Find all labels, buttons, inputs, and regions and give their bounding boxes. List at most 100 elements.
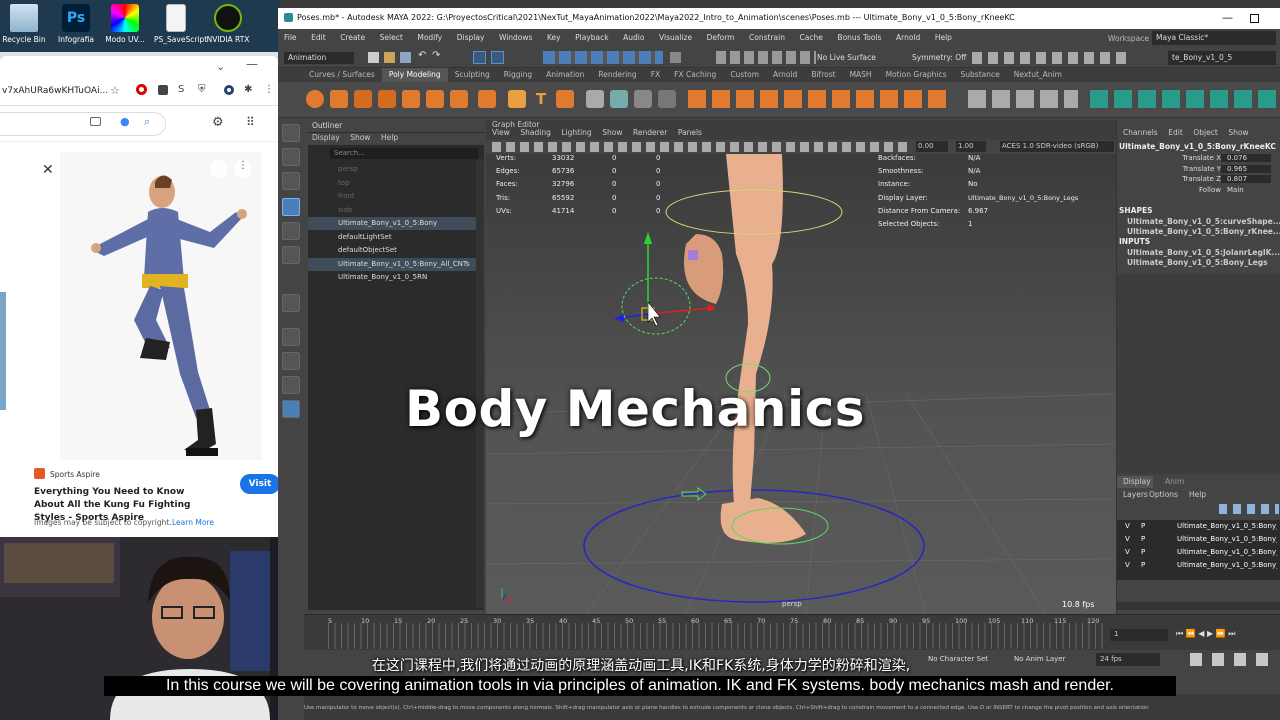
outliner-item-bony-rn[interactable]: Ultimate_Bony_v1_0_5RN [308,271,476,284]
shelf-tab-mash[interactable]: MASH [843,68,879,82]
panel-menu-lighting[interactable]: Lighting [557,128,595,137]
svg-tool-icon[interactable] [556,90,574,108]
move-tool-icon[interactable] [282,198,300,216]
shelf-tab-motion-graphics[interactable]: Motion Graphics [879,68,954,82]
outliner-item-top[interactable]: top [308,177,476,190]
redo-icon[interactable]: ↷ [432,50,440,61]
uv-tool-icons[interactable] [968,90,1078,108]
viewport-toolbar-icons[interactable] [492,142,912,152]
layers-menu[interactable]: Layers [1123,490,1148,499]
skype-extension-icon[interactable]: S [178,84,184,95]
lock-icon[interactable] [670,52,681,63]
menu-cache[interactable]: Cache [794,29,829,42]
pole-vector-control[interactable] [688,250,698,260]
outliner-search-input[interactable]: Search... [330,148,478,159]
outliner-menu-show[interactable]: Show [346,133,374,142]
step-back-icon[interactable]: ⏪ [1186,629,1196,638]
colorspace-dropdown[interactable]: ACES 1.0 SDR-video (sRGB) [1000,141,1114,152]
symmetry-dropdown[interactable]: Symmetry: Off [912,53,966,62]
play-back-icon[interactable]: ◀ [1198,629,1204,638]
poly-torus-icon[interactable] [402,90,420,108]
lens-icon[interactable] [210,160,228,178]
poly-cone-icon[interactable] [378,90,396,108]
camera-search-icon[interactable] [90,117,101,126]
panel-menu-renderer[interactable]: Renderer [629,128,671,137]
shelf-tab-nextut-anim[interactable]: Nextut_Anim [1007,68,1069,82]
outliner-item-front[interactable]: front [308,190,476,203]
outliner-item-bony[interactable]: Ultimate_Bony_v1_0_5:Bony [308,217,476,230]
shelf-tab-fx-caching[interactable]: FX Caching [667,68,723,82]
menu-deform[interactable]: Deform [701,29,741,42]
input-node-1[interactable]: Ultimate_Bony_v1_0_5:JolanrLegIK... [1127,248,1280,257]
anim-layer-field[interactable]: No Anim Layer [1014,655,1065,663]
apps-grid-icon[interactable]: ⠿ [246,115,255,129]
layer-toolbar-icons[interactable] [1219,504,1279,514]
channel-row-translate-x[interactable]: Translate X 0.076 [1117,154,1280,165]
window-minimize-icon[interactable]: — [1222,11,1233,24]
paint-select-icon[interactable] [282,172,300,190]
menu-audio[interactable]: Audio [617,29,650,42]
desktop-icon-modo-uv[interactable]: Modo UV... [103,4,147,44]
layer-row[interactable]: V P Ultimate_Bony_v1_0_5:Bony_A [1117,522,1277,534]
channel-box-object-name[interactable]: Ultimate_Bony_v1_0_5:Bony_rKneeKC [1119,142,1280,151]
image-source[interactable]: Sports Aspire [50,470,100,479]
smooth-icon[interactable] [634,90,652,108]
go-to-end-icon[interactable]: ⏭ [1228,629,1235,638]
menu-bonus-tools[interactable]: Bonus Tools [831,29,887,42]
outliner-menu-help[interactable]: Help [377,133,402,142]
shelf-tab-arnold[interactable]: Arnold [766,68,804,82]
undo-icon[interactable]: ↶ [418,50,426,61]
options-menu[interactable]: Options [1149,490,1178,499]
outliner-item-side[interactable]: side [308,204,476,217]
platonic-solid-icon[interactable] [478,90,496,108]
menu-create[interactable]: Create [334,29,371,42]
facebook-extension-icon[interactable] [158,85,168,95]
four-view-layout-icon[interactable] [282,352,300,370]
layer-tab-anim[interactable]: Anim [1159,476,1190,487]
persp-outliner-layout-icon[interactable] [282,376,300,394]
outliner-menu-display[interactable]: Display [308,133,344,142]
live-surface-field[interactable]: No Live Surface [817,53,876,62]
desktop-icon-infografia[interactable]: Ps Infografia [54,4,98,44]
gamma-field[interactable]: 1.00 [956,141,986,152]
panel-menu-view[interactable]: View [486,128,514,137]
poly-plane-icon[interactable] [426,90,444,108]
shape-node-2[interactable]: Ultimate_Bony_v1_0_5:Bony_rKnee... [1127,227,1280,236]
star-icon[interactable]: ☆ [110,84,120,97]
mesh-tool-icons[interactable] [688,90,950,108]
puzzle-extension-icon[interactable]: ✱ [244,84,252,95]
shield-extension-icon[interactable]: ⛨ [198,84,206,95]
combine-icon[interactable] [586,90,604,108]
layer-row[interactable]: V P Ultimate_Bony_v1_0_5:Bony_L [1117,561,1277,573]
object-name-field[interactable]: te_Bony_v1_0_5 [1168,51,1276,65]
lasso-tool-icon[interactable] [491,51,504,64]
new-scene-icon[interactable] [368,52,379,63]
mic-icon[interactable]: ● [120,115,130,128]
workspace-dropdown[interactable]: Maya Classic* [1152,31,1276,45]
menu-arnold[interactable]: Arnold [890,29,926,42]
shelf-tab-custom[interactable]: Custom [723,68,766,82]
kungfu-photo[interactable]: ⋮ [60,152,262,460]
url-text[interactable]: v7xAhURa6wKHTuOAi... [2,86,108,96]
shelf-tab-fx[interactable]: FX [644,68,667,82]
channel-row-follow[interactable]: Follow Main [1117,186,1280,197]
shelf-tab-sculpting[interactable]: Sculpting [448,68,497,82]
help-menu[interactable]: Help [1189,490,1206,499]
lasso-icon[interactable] [282,148,300,166]
minimize-icon[interactable]: — [246,57,258,71]
outliner-item-default-light-set[interactable]: defaultLightSet [308,231,476,244]
time-slider[interactable]: 5 10 15 20 25 30 35 40 45 50 55 60 65 70… [304,614,1280,650]
panel-menu-shading[interactable]: Shading [516,128,554,137]
layer-tab-display[interactable]: Display [1117,476,1153,488]
menu-modify[interactable]: Modify [411,29,448,42]
save-scene-icon[interactable] [400,52,411,63]
circle-extension-icon[interactable] [224,85,234,95]
edit-menu[interactable]: Edit [1164,128,1187,137]
outliner-item-persp[interactable]: persp [308,163,476,176]
snap-icons[interactable] [716,51,816,64]
last-tool-icon[interactable] [282,294,300,312]
gear-icon[interactable]: ⚙ [212,115,224,130]
selection-mask-icons[interactable] [543,51,663,64]
menu-windows[interactable]: Windows [493,29,538,42]
poly-sphere-icon[interactable] [306,90,324,108]
